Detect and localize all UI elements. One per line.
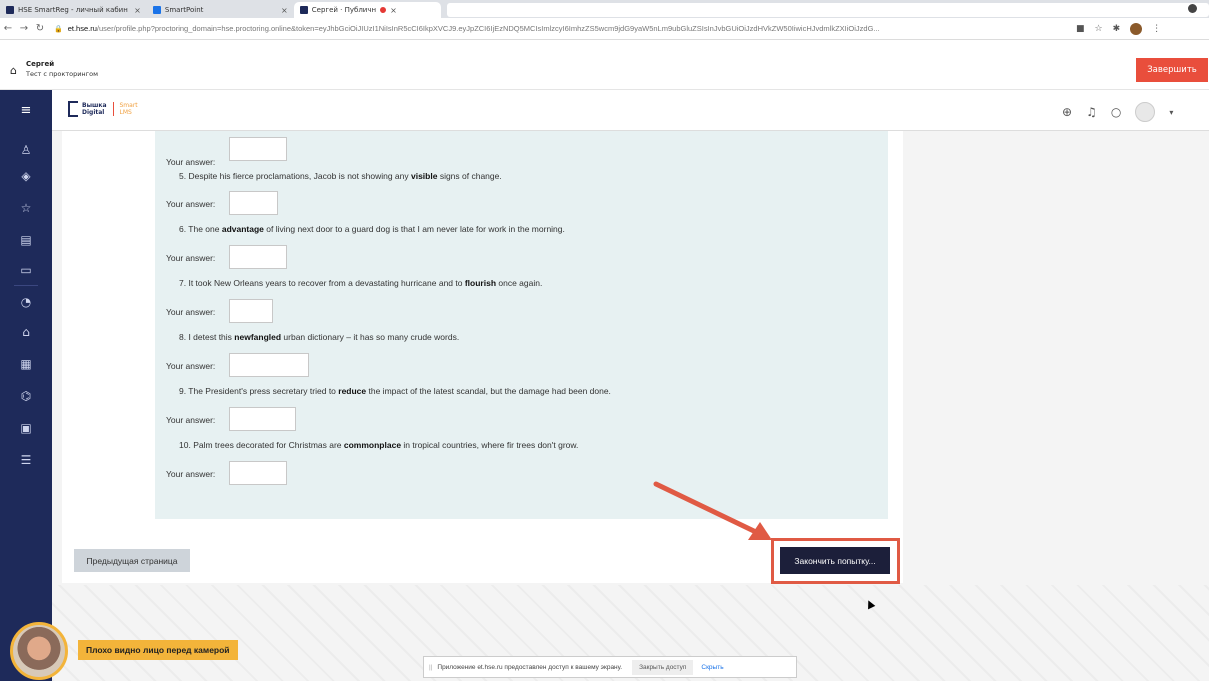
- logo-line-1: Вышка: [82, 102, 107, 109]
- logo-smart-2: LMS: [119, 109, 132, 116]
- menu-icon[interactable]: ≡: [0, 90, 52, 131]
- close-icon[interactable]: ×: [390, 6, 397, 15]
- graduation-cap-icon[interactable]: ⌬: [0, 389, 52, 403]
- address-bar: ← → ↻ 🔒 et.hse.ru /user/profile.php?proc…: [0, 18, 1209, 40]
- smartpoint-icon: [152, 6, 161, 14]
- home-icon[interactable]: ⌂: [10, 64, 17, 77]
- forward-icon[interactable]: →: [16, 23, 32, 34]
- layers-icon[interactable]: ◈: [0, 169, 52, 183]
- answer-label: Your answer:: [166, 469, 216, 479]
- more-icon[interactable]: ⋮: [1152, 24, 1161, 34]
- screen-share-bar: || Приложение et.hse.ru предоставлен дос…: [423, 656, 797, 678]
- previous-page-button[interactable]: Предыдущая страница: [74, 549, 190, 572]
- finish-proctoring-button[interactable]: Завершить: [1136, 58, 1208, 82]
- new-tab-area[interactable]: [446, 3, 1209, 17]
- share-message: Приложение et.hse.ru предоставлен доступ…: [437, 663, 623, 671]
- question-7-text: 7. It took New Orleans years to recover …: [179, 278, 543, 288]
- answer-label: Your answer:: [166, 361, 216, 371]
- lms-header: ≡ Вышка Digital Smart LMS ⊕ ♫ ○ ▾: [0, 90, 1209, 131]
- lms-logo[interactable]: Вышка Digital Smart LMS: [68, 101, 138, 117]
- drag-handle-icon[interactable]: ||: [429, 664, 432, 671]
- test-subtitle: Тест с прокторингом: [26, 70, 98, 78]
- home-icon[interactable]: ⌂: [0, 325, 52, 339]
- proctoring-bar: ⌂ Сергей Тест с прокторингом Завершить: [0, 40, 1209, 90]
- lock-icon: 🔒: [54, 25, 63, 33]
- recording-icon: [380, 7, 387, 13]
- answer-label: Your answer:: [166, 307, 216, 317]
- book-icon[interactable]: ▤: [0, 233, 52, 247]
- answer-label: Your answer:: [166, 199, 216, 209]
- list-icon[interactable]: ☰: [0, 453, 52, 467]
- answer-input-4[interactable]: [229, 137, 287, 161]
- browser-tab-active[interactable]: Сергей · Публичн ×: [293, 2, 441, 18]
- annotation-arrow-icon: [653, 481, 772, 540]
- question-5-text: 5. Despite his fierce proclamations, Jac…: [179, 171, 502, 181]
- chat-icon[interactable]: ○: [1111, 105, 1121, 119]
- hide-button[interactable]: Скрыть: [701, 664, 723, 671]
- answer-input-10[interactable]: [229, 461, 287, 485]
- question-10-text: 10. Palm trees decorated for Christmas a…: [179, 440, 579, 450]
- logo-line-2: Digital: [82, 109, 105, 116]
- clipboard-icon[interactable]: ▣: [0, 421, 52, 435]
- tab-title: SmartPoint: [164, 6, 204, 14]
- answer-input-7[interactable]: [229, 299, 273, 323]
- question-6-text: 6. The one advantage of living next door…: [179, 224, 565, 234]
- calendar-icon[interactable]: ▦: [0, 357, 52, 371]
- hse-icon: [6, 6, 14, 14]
- hse-icon: [299, 6, 308, 14]
- profile-avatar[interactable]: [1130, 22, 1143, 35]
- camera-icon[interactable]: ■: [1076, 24, 1085, 34]
- answer-label: Your answer:: [166, 157, 216, 167]
- chevron-down-icon[interactable]: ▾: [1169, 108, 1173, 117]
- question-8-text: 8. I detest this newfangled urban dictio…: [179, 332, 460, 342]
- reload-icon[interactable]: ↻: [32, 23, 48, 34]
- tab-title: Сергей · Публичн: [311, 6, 377, 14]
- back-icon[interactable]: ←: [0, 23, 16, 34]
- hse-logo-icon: [68, 101, 78, 117]
- url-host: et.hse.ru: [67, 24, 97, 33]
- browser-tab-smartpoint[interactable]: SmartPoint ×: [147, 2, 294, 18]
- star-icon[interactable]: ☆: [1095, 24, 1103, 34]
- browser-tab-smartreg[interactable]: HSE SmartReg - личный кабин ×: [0, 2, 147, 18]
- browser-menu-icon[interactable]: [1188, 4, 1197, 13]
- webcam-warning: Плохо видно лицо перед камерой: [78, 640, 238, 660]
- url-path: /user/profile.php?proctoring_domain=hse.…: [96, 24, 880, 33]
- stop-sharing-button[interactable]: Закрыть доступ: [632, 659, 694, 675]
- dashboard-icon[interactable]: ◔: [0, 295, 52, 309]
- logo-smart-1: Smart: [119, 102, 138, 109]
- answer-input-8[interactable]: [229, 353, 309, 377]
- answer-input-5[interactable]: [229, 191, 278, 215]
- bell-icon[interactable]: ♫: [1086, 105, 1097, 119]
- finish-attempt-button[interactable]: Закончить попытку...: [780, 547, 890, 574]
- extensions-icon[interactable]: ✱: [1113, 24, 1121, 34]
- browser-tab-bar: HSE SmartReg - личный кабин × SmartPoint…: [0, 0, 1209, 18]
- close-icon[interactable]: ×: [281, 6, 288, 15]
- user-name: Сергей: [26, 60, 55, 68]
- answer-input-6[interactable]: [229, 245, 287, 269]
- answer-label: Your answer:: [166, 253, 216, 263]
- folder-icon[interactable]: ▭: [0, 263, 52, 277]
- question-9-text: 9. The President's press secretary tried…: [179, 386, 611, 396]
- tab-title: HSE SmartReg - личный кабин: [18, 6, 128, 14]
- answer-label: Your answer:: [166, 415, 216, 425]
- webcam-preview: [10, 622, 68, 680]
- left-sidebar: ♙ ◈ ☆ ▤ ▭ ◔ ⌂ ▦ ⌬ ▣ ☰: [0, 131, 52, 681]
- user-avatar[interactable]: [1135, 102, 1156, 122]
- rocket-icon[interactable]: ♙: [0, 143, 52, 157]
- close-icon[interactable]: ×: [134, 6, 141, 15]
- answer-input-9[interactable]: [229, 407, 296, 431]
- url-field[interactable]: 🔒 et.hse.ru /user/profile.php?proctoring…: [54, 24, 1064, 33]
- star-icon[interactable]: ☆: [0, 201, 52, 215]
- globe-icon[interactable]: ⊕: [1062, 105, 1072, 119]
